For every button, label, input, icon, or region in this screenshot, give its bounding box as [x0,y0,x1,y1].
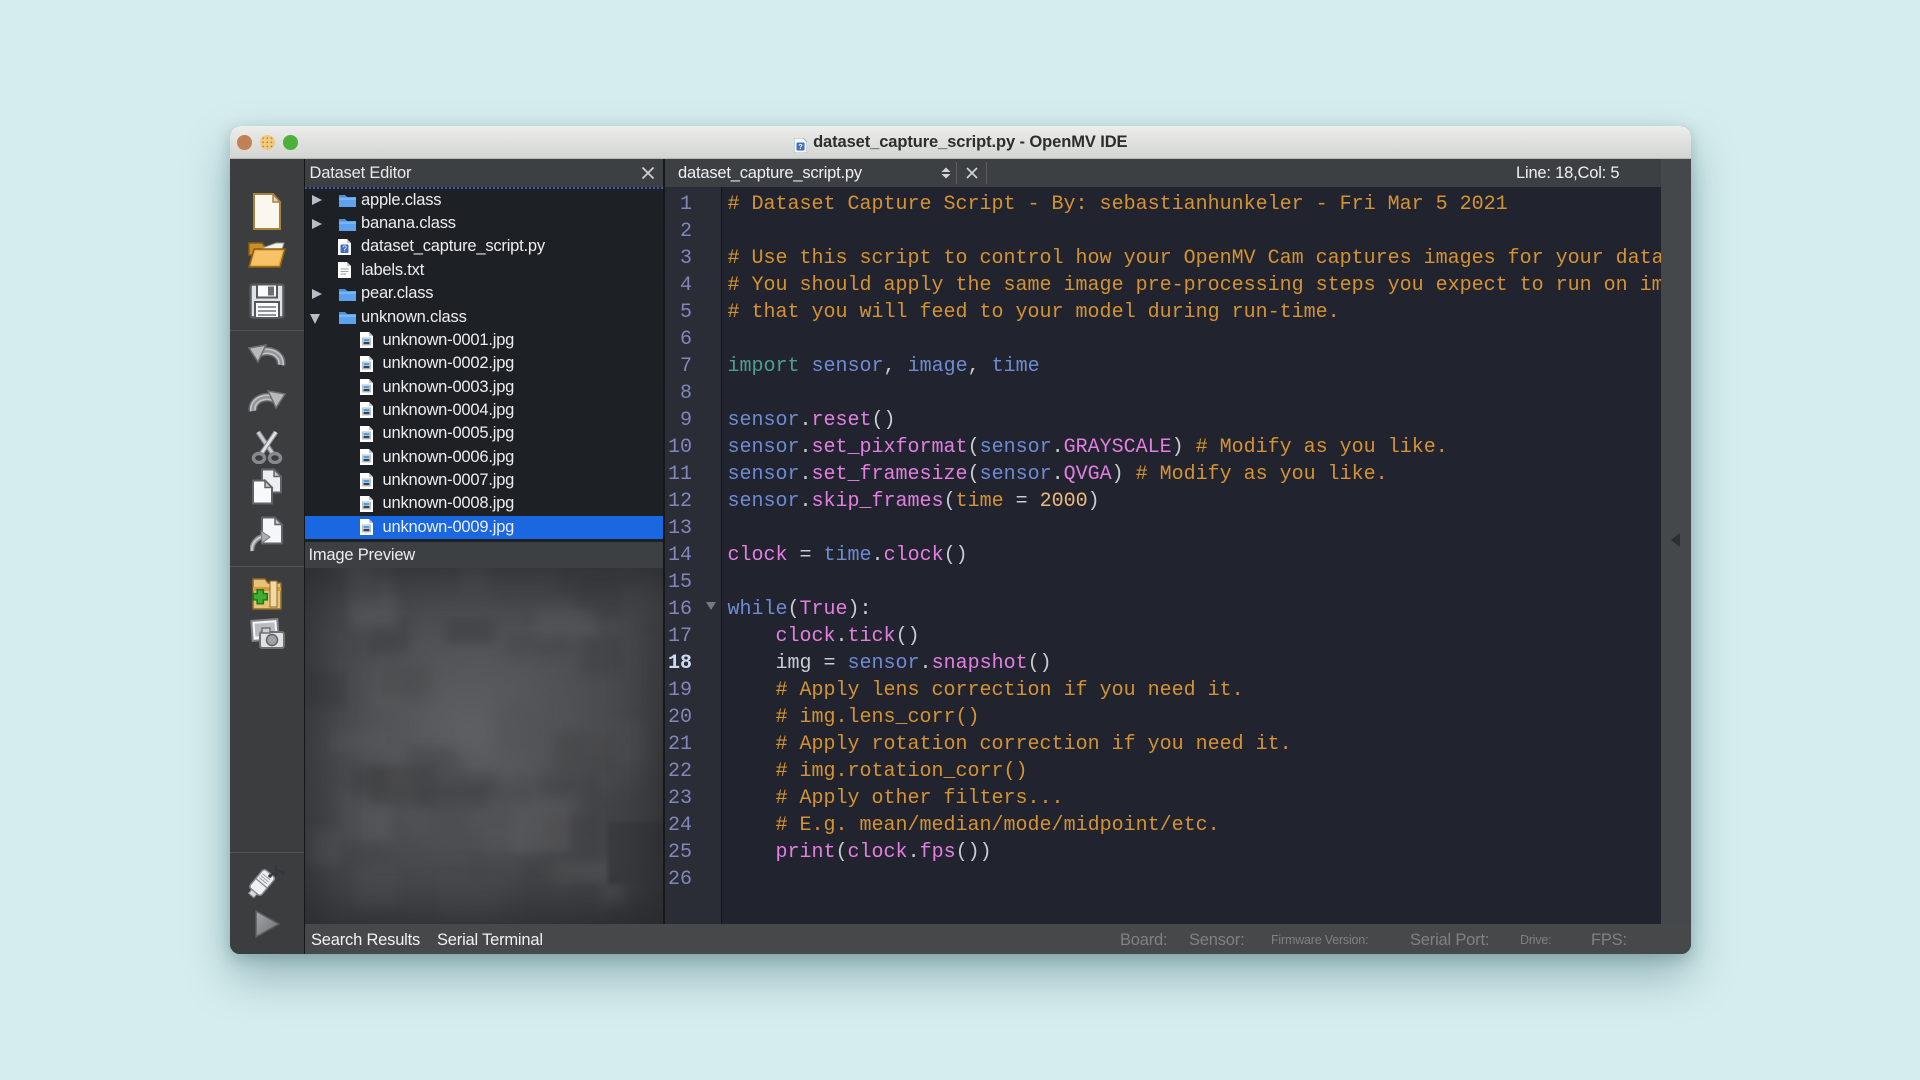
svg-text:?: ? [798,142,803,151]
